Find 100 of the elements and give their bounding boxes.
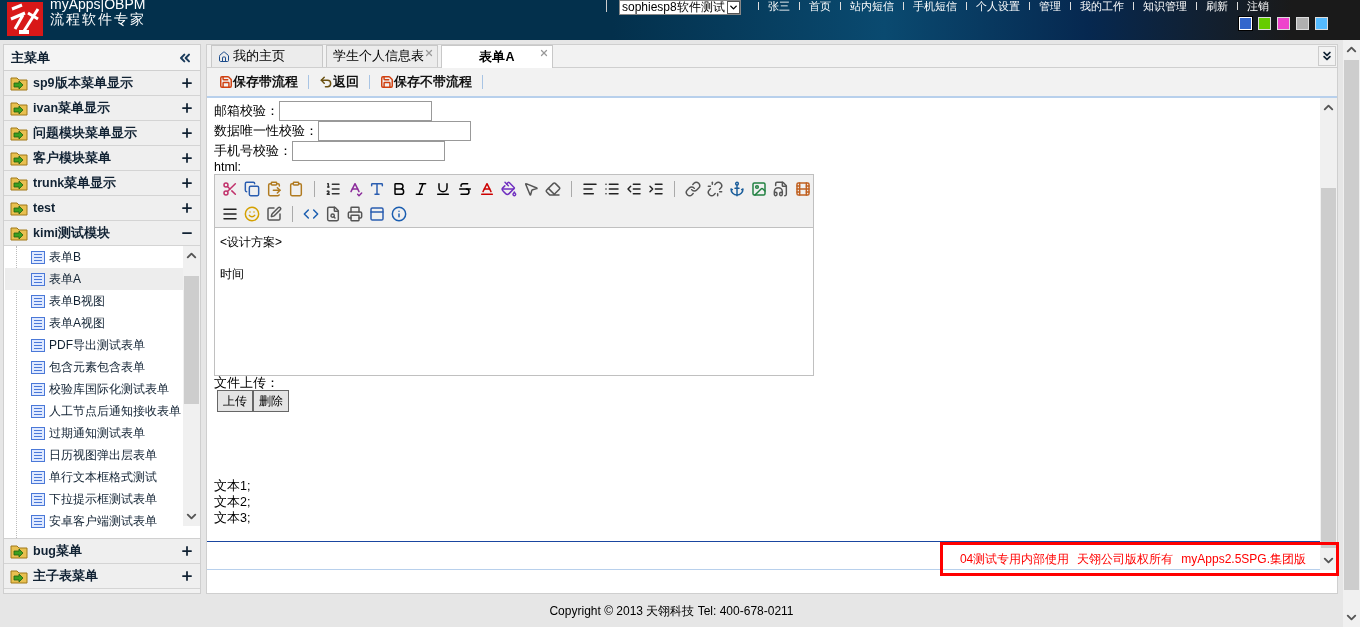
toolbar-button[interactable]: 保存带流程 [219,72,298,92]
dropdown-icon[interactable] [726,1,740,14]
strikethrough-icon[interactable] [457,180,473,197]
upload-button[interactable]: 删除 [253,390,289,412]
nav-link[interactable]: 站内短信 [849,0,894,12]
menu-item[interactable]: 表单A [5,268,183,290]
scrollbar-thumb[interactable] [184,276,199,404]
save-icon [380,75,394,89]
rich-text-editor[interactable]: <设计方案> 时间 [214,174,814,376]
copyright-text: Copyright © 2013 天翎科技 Tel: 400-678-0211 [549,603,794,620]
menu-item[interactable]: PDF导出测试表单 [5,334,183,356]
window-icon[interactable] [369,205,385,222]
toolbar-button[interactable]: 保存不带流程 [380,72,472,92]
expand-icon[interactable] [180,544,194,558]
expand-icon[interactable] [180,151,194,165]
unlink-icon[interactable] [707,180,723,197]
menu-item[interactable]: 下拉提示框测试表单 [5,488,183,510]
nav-link[interactable]: 首页 [808,0,831,12]
expand-icon[interactable] [180,76,194,90]
bold-icon[interactable] [391,180,407,197]
form-icon [31,294,45,308]
menu-label: 主子表菜单 [33,567,99,585]
font-color-icon[interactable] [479,180,495,197]
field-label: 手机号校验： [214,142,292,160]
expand-icon[interactable] [180,176,194,190]
scrollbar-thumb[interactable] [1321,188,1336,548]
anchor-icon[interactable] [729,180,745,197]
content-scrollbar[interactable] [1320,98,1337,570]
info-icon[interactable] [391,205,407,222]
form-icon [31,514,45,528]
nav-link[interactable]: 张三 [767,0,790,12]
pointer-icon[interactable] [523,180,539,197]
field-label: html: [214,161,243,174]
italic-icon[interactable] [413,180,429,197]
menu-item[interactable]: 单行文本框格式测试 [5,466,183,488]
menu-label: trunk菜单显示 [33,174,118,192]
scissors-icon[interactable] [222,180,238,197]
menu-item[interactable]: 校验库国际化测试表单 [5,378,183,400]
image-icon[interactable] [751,180,767,197]
nav-link[interactable]: 个人设置 [975,0,1020,12]
underline-icon[interactable] [435,180,451,197]
video-icon[interactable] [795,180,811,197]
printer-icon[interactable] [347,205,363,222]
input-field[interactable] [318,121,471,141]
menu-item[interactable]: 表单A视图 [5,312,183,334]
nav-link[interactable]: 注销 [1246,0,1269,12]
theme-swatch[interactable] [1296,17,1309,30]
theme-swatch[interactable] [1277,17,1290,30]
link-icon[interactable] [685,180,701,197]
spellcheck-icon[interactable] [347,180,363,197]
upload-button[interactable]: 上传 [217,390,253,412]
user-select[interactable]: sophiesp8软件测试 [619,0,741,15]
tab[interactable]: 表单A [441,45,553,68]
font-size-icon[interactable] [369,180,385,197]
menu-item[interactable]: 表单B [5,246,183,268]
theme-swatch[interactable] [1315,17,1328,30]
edit-icon[interactable] [266,205,282,222]
eraser-icon[interactable] [545,180,561,197]
paragraph-format-icon[interactable] [325,180,341,197]
copy-icon[interactable] [244,180,260,197]
nav-link[interactable]: 我的工作 [1079,0,1124,12]
form-icon [31,404,45,418]
theme-swatch[interactable] [1258,17,1271,30]
menu-label: ivan菜单显示 [33,99,111,117]
tab[interactable]: 学生个人信息表 [326,45,438,67]
menu-item[interactable]: 日历视图弹出层表单 [5,444,183,466]
menu-item[interactable]: 人工节点后通知接收表单 [5,400,183,422]
nav-link[interactable]: 手机短信 [912,0,957,12]
menu-item[interactable]: 安卓客户端测试表单 [5,510,183,532]
expand-icon[interactable] [180,569,194,583]
form-icon [31,470,45,484]
field-label: 数据唯一性校验： [214,122,318,140]
menu-item[interactable]: 表单B视图 [5,290,183,312]
home-icon [218,50,230,63]
nav-link[interactable]: 管理 [1038,0,1061,12]
preview-icon[interactable] [325,205,341,222]
expand-icon[interactable] [180,126,194,140]
folder-arrow-icon [10,100,28,116]
scrollbar-thumb[interactable] [1344,60,1359,590]
paste-icon[interactable] [266,180,282,197]
menu-label: 问题模块菜单显示 [33,124,138,142]
nav-link[interactable]: 知识管理 [1142,0,1187,12]
nav-link[interactable]: 刷新 [1205,0,1228,12]
input-field[interactable] [279,101,432,121]
paste-text-icon[interactable] [288,180,304,197]
expand-icon[interactable] [180,201,194,215]
sidebar-scrollbar[interactable] [183,246,200,526]
audio-file-icon[interactable] [773,180,789,197]
menu-item[interactable]: 过期通知测试表单 [5,422,183,444]
save-icon [219,75,233,89]
notice-text: 天翎公司版权所有 [1077,550,1174,568]
expand-icon[interactable] [180,101,194,115]
page-scrollbar[interactable] [1343,40,1360,627]
tab[interactable]: 我的主页 [211,45,323,67]
close-icon[interactable] [539,48,549,58]
fill-color-icon[interactable] [501,180,517,197]
toolbar-button[interactable]: 返回 [319,72,359,92]
form-icon [31,492,45,506]
menu-item[interactable]: 包含元素包含表单 [5,356,183,378]
input-field[interactable] [292,141,445,161]
